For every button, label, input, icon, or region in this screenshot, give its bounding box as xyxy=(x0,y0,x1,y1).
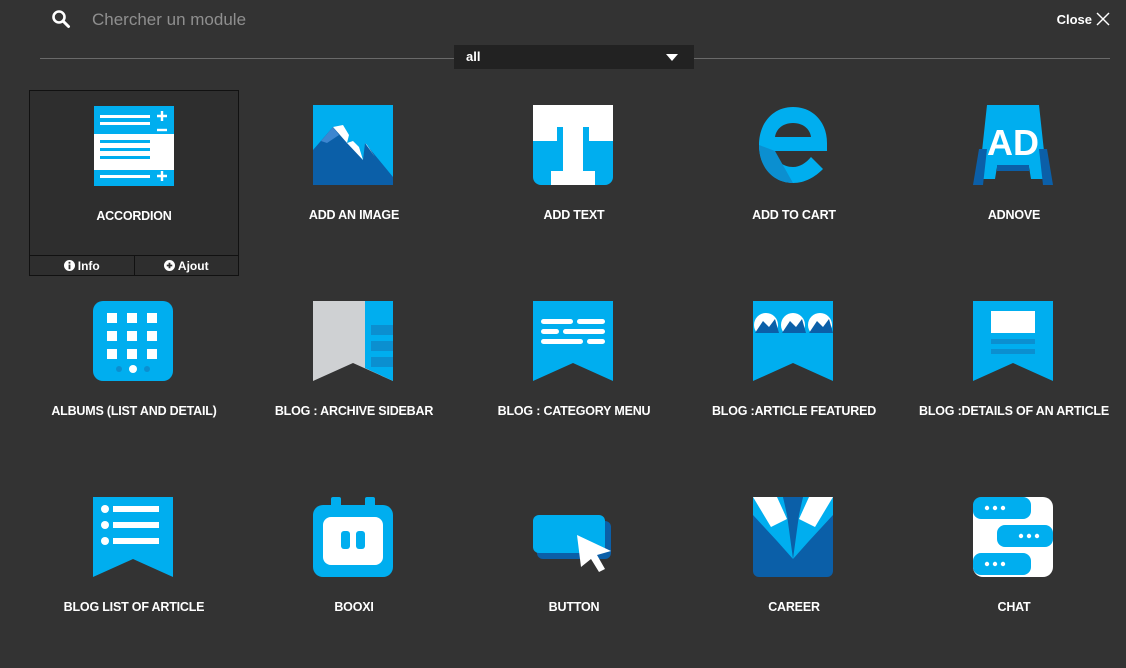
module-label: BLOG : ARCHIVE SIDEBAR xyxy=(274,404,434,418)
module-tile-blog-category-menu[interactable]: BLOG : CATEGORY MENU xyxy=(469,286,679,472)
info-icon xyxy=(63,260,75,271)
career-icon xyxy=(753,497,833,577)
close-icon xyxy=(1096,12,1110,26)
ad-icon: AD xyxy=(973,105,1053,185)
archive-sidebar-icon xyxy=(313,301,393,381)
module-tile-blog-article-featured[interactable]: BLOG :ARTICLE FEATURED xyxy=(689,286,899,472)
module-label: ADD TEXT xyxy=(543,208,605,222)
module-tile-blog-list[interactable]: BLOG LIST OF ARTICLE xyxy=(29,482,239,668)
chevron-down-icon xyxy=(666,54,678,61)
module-tile-button[interactable]: BUTTON xyxy=(469,482,679,668)
module-label: ADNOVE xyxy=(987,208,1041,222)
add-button[interactable]: Ajout xyxy=(133,256,239,275)
module-tile-albums[interactable]: ALBUMS (LIST AND DETAIL) xyxy=(29,286,239,472)
text-icon xyxy=(533,105,613,185)
module-tile-add-text[interactable]: ADD TEXT xyxy=(469,90,679,276)
close-label: Close xyxy=(1056,11,1092,27)
cart-icon xyxy=(759,107,827,183)
module-label: BLOG :ARTICLE FEATURED xyxy=(711,404,877,418)
module-tile-accordion[interactable]: ACCORDION Info Ajout xyxy=(29,90,239,276)
article-list-icon xyxy=(93,497,173,577)
module-tile-add-an-image[interactable]: ADD AN IMAGE xyxy=(249,90,459,276)
close-button[interactable]: Close xyxy=(1057,10,1110,28)
module-label: CHAT xyxy=(997,600,1031,614)
module-tile-adnove[interactable]: AD ADNOVE xyxy=(909,90,1119,276)
accordion-icon xyxy=(94,106,174,186)
module-label: ADD TO CART xyxy=(752,208,836,222)
add-label: Ajout xyxy=(177,258,209,273)
article-featured-icon xyxy=(753,301,833,381)
module-tile-blog-archive-sidebar[interactable]: BLOG : ARCHIVE SIDEBAR xyxy=(249,286,459,472)
module-label: CAREER xyxy=(768,600,820,614)
module-label: BLOG LIST OF ARTICLE xyxy=(63,600,205,614)
module-label: BLOG : CATEGORY MENU xyxy=(497,404,651,418)
info-label: Info xyxy=(77,258,100,273)
image-icon xyxy=(313,105,393,185)
svg-text:AD: AD xyxy=(987,122,1039,163)
albums-icon xyxy=(93,301,173,381)
booxi-icon xyxy=(313,497,393,577)
module-tile-booxi[interactable]: BOOXI xyxy=(249,482,459,668)
module-label: ADD AN IMAGE xyxy=(308,208,400,222)
article-details-icon xyxy=(973,301,1053,381)
info-button[interactable]: Info xyxy=(30,256,134,275)
category-filter-select[interactable]: all xyxy=(454,45,694,69)
module-tile-chat[interactable]: CHAT xyxy=(909,482,1119,668)
chat-icon xyxy=(973,497,1053,577)
category-menu-icon xyxy=(533,301,613,381)
module-label: BUTTON xyxy=(548,600,600,614)
search-icon xyxy=(52,10,70,28)
search-input[interactable] xyxy=(90,6,594,34)
module-label: BOOXI xyxy=(334,600,374,614)
module-tile-blog-details[interactable]: BLOG :DETAILS OF AN ARTICLE xyxy=(909,286,1119,472)
module-label: ACCORDION xyxy=(96,209,172,223)
filter-value: all xyxy=(466,49,481,64)
plus-circle-icon xyxy=(163,260,175,271)
module-tile-career[interactable]: CAREER xyxy=(689,482,899,668)
module-label: BLOG :DETAILS OF AN ARTICLE xyxy=(919,404,1109,418)
button-icon xyxy=(533,515,611,572)
module-tile-add-to-cart[interactable]: ADD TO CART xyxy=(689,90,899,276)
module-label: ALBUMS (LIST AND DETAIL) xyxy=(51,404,217,418)
tile-actions: Info Ajout xyxy=(30,255,238,275)
